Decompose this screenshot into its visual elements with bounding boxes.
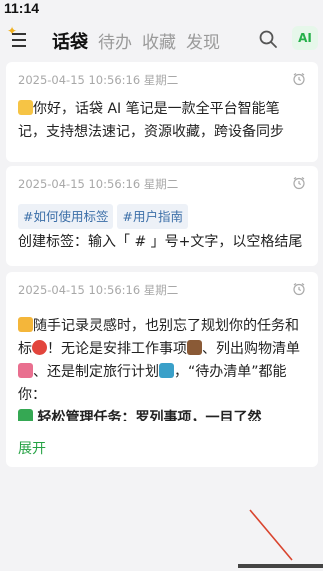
header: ✦ 话袋 待办 收藏 发现 AI [0, 20, 323, 60]
note-body: 你好，话袋 AI 笔记是一款全平台智能笔 记，支持想法速记，资源收藏，跨设备同步 [18, 98, 310, 144]
note-tags: #如何使用标签 #用户指南 [18, 204, 310, 229]
gesture-stroke [249, 509, 293, 561]
home-indicator [238, 564, 323, 568]
status-time: 11:14 [4, 0, 40, 16]
tab-discover[interactable]: 发现 [186, 28, 220, 53]
note-line: 你好，话袋 AI 笔记是一款全平台智能笔 [18, 98, 310, 121]
shopping-bags-icon [18, 363, 33, 378]
menu-button[interactable]: ✦ [7, 25, 34, 52]
alarm-clock-icon[interactable] [292, 72, 306, 86]
beach-icon [159, 363, 174, 378]
note-card[interactable]: 2025-04-15 10:56:16 星期二 #如何使用标签 #用户指南 创建标… [6, 166, 318, 266]
waving-hand-icon [18, 100, 33, 115]
note-card[interactable]: 2025-04-15 10:56:16 星期二 你好，话袋 AI 笔记是一款全平… [6, 62, 318, 162]
note-body: 创建标签：输入「 # 」号+文字，以空格结尾 [18, 234, 303, 250]
expand-link[interactable]: 展开 [18, 438, 46, 458]
alarm-clock-icon[interactable] [292, 176, 306, 190]
note-card[interactable]: 2025-04-15 10:56:16 星期二 随手记录灵感时，也别忘了规划你的… [6, 272, 318, 467]
tab-huadai[interactable]: 话袋 [52, 28, 88, 54]
ai-button[interactable]: AI [292, 26, 318, 50]
menu-icon [12, 33, 26, 51]
note-date: 2025-04-15 10:56:16 星期二 [18, 177, 179, 191]
note-date: 2025-04-15 10:56:16 星期二 [18, 73, 179, 87]
tag-chip[interactable]: #用户指南 [117, 204, 188, 229]
tab-favorites[interactable]: 收藏 [142, 28, 176, 53]
sparkle-icon [18, 317, 33, 332]
check-box-icon [18, 409, 33, 421]
note-body: 随手记录灵感时，也别忘了规划你的任务和 标！无论是安排工作事项 、列出购物清单 、… [18, 315, 310, 421]
tab-bar: 话袋 待办 收藏 发现 [52, 28, 220, 56]
target-icon [32, 340, 47, 355]
briefcase-icon [187, 340, 202, 355]
note-date: 2025-04-15 10:56:16 星期二 [18, 283, 179, 297]
search-icon[interactable] [258, 29, 278, 49]
alarm-clock-icon[interactable] [292, 282, 306, 296]
tag-chip[interactable]: #如何使用标签 [18, 204, 114, 229]
note-line: 记，支持想法速记，资源收藏，跨设备同步 [18, 124, 284, 140]
tab-todo[interactable]: 待办 [98, 28, 132, 53]
status-bar: 11:14 [0, 0, 323, 20]
